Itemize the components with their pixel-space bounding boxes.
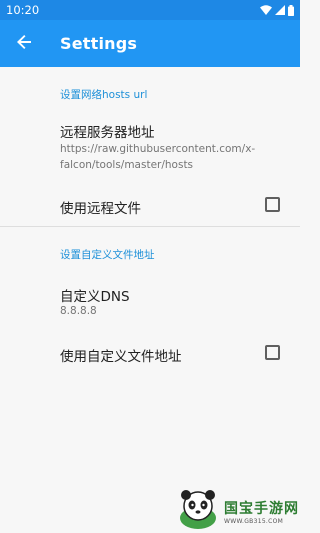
remote-server-title: 远程服务器地址: [60, 125, 155, 141]
use-custom-checkbox[interactable]: [265, 345, 280, 360]
status-bar: 10:20: [0, 0, 300, 20]
use-remote-title: 使用远程文件: [60, 201, 141, 217]
watermark-text: 国宝手游网 WWW.GB315.COM: [224, 498, 299, 525]
wifi-icon: [260, 5, 272, 15]
custom-dns-summary: 8.8.8.8: [60, 305, 97, 317]
status-icons: [260, 4, 294, 16]
watermark-title: 国宝手游网: [224, 501, 299, 517]
signal-icon: [275, 5, 285, 15]
watermark-url: WWW.GB315.COM: [224, 518, 284, 525]
section-divider: [0, 226, 300, 227]
custom-dns-title: 自定义DNS: [60, 289, 130, 305]
remote-server-summary: https://raw.githubusercontent.com/x-falc…: [60, 143, 256, 171]
status-time: 10:20: [6, 3, 40, 17]
app-bar: Settings: [0, 20, 300, 67]
battery-icon: [288, 4, 294, 16]
arrow-back-icon: [17, 34, 31, 53]
section-header-custom: 设置自定义文件地址: [60, 249, 155, 261]
use-custom-title: 使用自定义文件地址: [60, 349, 182, 365]
section-header-hosts: 设置网络hosts url: [60, 89, 148, 101]
watermark: 国宝手游网 WWW.GB315.COM: [176, 490, 300, 533]
panda-logo-icon: [176, 488, 220, 533]
page-title: Settings: [60, 34, 138, 53]
back-button[interactable]: [2, 20, 46, 67]
use-remote-checkbox[interactable]: [265, 197, 280, 212]
